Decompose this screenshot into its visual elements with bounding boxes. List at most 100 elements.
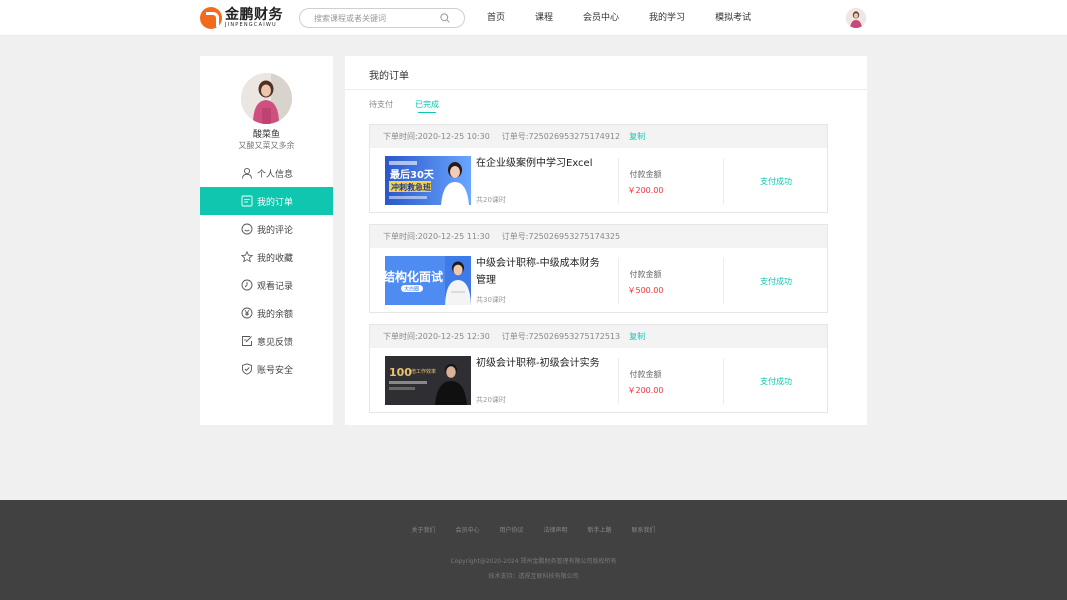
- sidebar-item-profile[interactable]: 个人信息: [200, 159, 333, 187]
- footer-link-contact[interactable]: 联系我们: [632, 525, 656, 534]
- payment-amount-label: 付款金额: [629, 170, 662, 179]
- thumb-caption: 最后30天: [390, 168, 435, 181]
- payment-status: 支付成功: [760, 177, 792, 186]
- logo-text: 金鹏财务: [225, 7, 283, 23]
- sidebar-item-label: 我的余额: [257, 309, 294, 320]
- search-input[interactable]: [314, 12, 434, 25]
- sidebar-item-comments[interactable]: 我的评论: [200, 215, 333, 243]
- payment-amount: ￥200.00: [627, 386, 664, 395]
- star-icon: [241, 251, 253, 263]
- sidebar-item-label: 我的收藏: [257, 253, 294, 264]
- sidebar-item-orders[interactable]: 我的订单: [200, 187, 333, 215]
- order-header: 下单时间:2020-12-25 12:30 订单号:72502695327517…: [370, 325, 827, 348]
- course-title[interactable]: 初级会计职称-初级会计实务: [476, 355, 604, 372]
- nav-member-center[interactable]: 会员中心: [583, 0, 619, 36]
- thumb-subcaption: 冲刺救急班: [391, 182, 431, 192]
- search-icon[interactable]: [440, 13, 450, 23]
- payment-status: 支付成功: [760, 277, 792, 286]
- logo-mark-icon: [200, 7, 222, 29]
- order-header: 下单时间:2020-12-25 11:30 订单号:72502695327517…: [370, 225, 827, 248]
- lesson-count: 共20课时: [476, 196, 506, 204]
- thumb-subcaption: 倍工作效率: [411, 368, 436, 375]
- avatar-image: [846, 8, 866, 28]
- order-tabs: 待支付 已完成: [369, 99, 461, 113]
- shield-icon: [242, 363, 252, 375]
- tech-support-text: 技术支持：透视互联科技有限公司: [488, 573, 579, 580]
- search-box: [299, 8, 465, 28]
- column-divider: [618, 158, 619, 204]
- order-header: 下单时间:2020-12-25 10:30 订单号:72502695327517…: [370, 125, 827, 148]
- main-nav: 首页 课程 会员中心 我的学习 模拟考试: [487, 0, 781, 36]
- footer-link-user-agreement[interactable]: 用户协议: [499, 525, 523, 534]
- logo-subtext: JINPENGCAIWU: [225, 22, 277, 28]
- nav-my-learning[interactable]: 我的学习: [649, 0, 685, 36]
- tab-pending-payment[interactable]: 待支付: [369, 99, 393, 110]
- sidebar-item-label: 个人信息: [257, 169, 294, 180]
- order-card: 下单时间:2020-12-25 11:30 订单号:72502695327517…: [369, 224, 828, 313]
- nav-mock-exam[interactable]: 模拟考试: [715, 0, 751, 36]
- column-divider: [723, 358, 724, 404]
- user-icon: [242, 167, 252, 179]
- column-divider: [618, 358, 619, 404]
- user-signature: 又酸又菜又多余: [238, 141, 295, 150]
- course-title[interactable]: 在企业级案例中学习Excel: [476, 155, 604, 172]
- course-title[interactable]: 中级会计职称-中级成本财务管理: [476, 255, 604, 289]
- course-thumbnail[interactable]: 结构化面试 大白圈: [385, 256, 471, 305]
- sidebar-item-label: 我的订单: [257, 197, 294, 208]
- course-thumbnail-image: 最后30天 冲刺救急班: [385, 156, 471, 205]
- footer-link-legal[interactable]: 法律声明: [544, 525, 568, 534]
- header-avatar[interactable]: [846, 8, 866, 28]
- profile-avatar-image: [241, 73, 292, 124]
- comment-icon: [241, 223, 253, 235]
- thumb-caption: 结构化面试: [385, 269, 443, 284]
- top-header: 金鹏财务 JINPENGCAIWU 首页 课程 会员中心 我的学习 模拟考试: [0, 0, 1067, 36]
- copyright-text: Copyright@2020-2024 郑州金鹏财务管理有限公司版权所有: [450, 558, 617, 565]
- footer-links: 关于我们 会员中心 用户协议 法律声明 新手上路 联系我们: [0, 525, 1067, 534]
- payment-amount: ￥500.00: [627, 286, 664, 295]
- site-logo[interactable]: 金鹏财务 JINPENGCAIWU: [200, 6, 283, 30]
- sidebar-item-feedback[interactable]: 意见反馈: [200, 327, 333, 355]
- nav-home[interactable]: 首页: [487, 0, 505, 36]
- order-number: 订单号:725026953275172513: [501, 332, 621, 341]
- title-divider: [345, 89, 867, 90]
- user-sidebar: 酸菜鱼 又酸又菜又多余 个人信息 我的订单 我的评论 我的收藏 观看记录 我的余…: [200, 56, 333, 425]
- payment-amount-label: 付款金额: [629, 370, 662, 379]
- copy-order-number-button[interactable]: 复制: [629, 131, 645, 142]
- payment-status: 支付成功: [760, 377, 792, 386]
- nav-courses[interactable]: 课程: [535, 0, 553, 36]
- tab-completed[interactable]: 已完成: [415, 99, 439, 113]
- order-card: 下单时间:2020-12-25 10:30 订单号:72502695327517…: [369, 124, 828, 213]
- payment-amount: ￥200.00: [627, 186, 664, 195]
- footer-link-about[interactable]: 关于我们: [411, 525, 435, 534]
- footer-link-member-center[interactable]: 会员中心: [455, 525, 479, 534]
- order-icon: [241, 195, 253, 207]
- column-divider: [723, 258, 724, 304]
- username: 酸菜鱼: [252, 130, 280, 140]
- thumb-caption: 100: [389, 366, 412, 379]
- payment-amount-label: 付款金额: [629, 270, 662, 279]
- course-thumbnail-image: 100 倍工作效率: [385, 356, 471, 405]
- footer-link-beginner-guide[interactable]: 新手上路: [588, 525, 612, 534]
- column-divider: [723, 158, 724, 204]
- order-time: 下单时间:2020-12-25 12:30: [383, 332, 490, 341]
- yen-icon: [241, 307, 253, 319]
- profile-avatar[interactable]: [241, 73, 292, 124]
- sidebar-item-history[interactable]: 观看记录: [200, 271, 333, 299]
- course-thumbnail[interactable]: 100 倍工作效率: [385, 356, 471, 405]
- sidebar-item-balance[interactable]: 我的余额: [200, 299, 333, 327]
- orders-panel: 我的订单 待支付 已完成 下单时间:2020-12-25 10:30 订单号:7…: [345, 56, 867, 425]
- sidebar-item-security[interactable]: 账号安全: [200, 355, 333, 383]
- order-card: 下单时间:2020-12-25 12:30 订单号:72502695327517…: [369, 324, 828, 413]
- sidebar-item-label: 账号安全: [257, 365, 294, 376]
- site-footer: 关于我们 会员中心 用户协议 法律声明 新手上路 联系我们 Copyright@…: [0, 500, 1067, 600]
- course-thumbnail-image: 结构化面试 大白圈: [385, 256, 471, 305]
- thumb-subcaption: 大白圈: [404, 286, 419, 293]
- column-divider: [618, 258, 619, 304]
- clock-icon: [241, 279, 253, 291]
- copy-order-number-button[interactable]: 复制: [629, 331, 645, 342]
- course-thumbnail[interactable]: 最后30天 冲刺救急班: [385, 156, 471, 205]
- order-time: 下单时间:2020-12-25 11:30: [383, 232, 490, 241]
- page-title: 我的订单: [369, 71, 409, 82]
- sidebar-item-favorites[interactable]: 我的收藏: [200, 243, 333, 271]
- sidebar-item-label: 意见反馈: [257, 337, 294, 348]
